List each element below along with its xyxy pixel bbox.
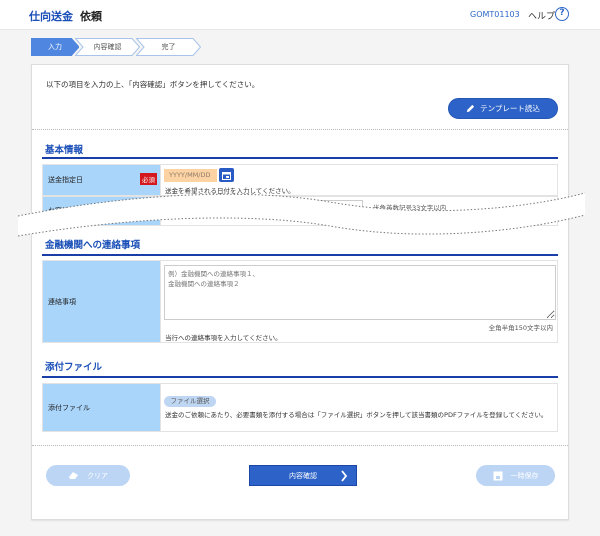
field-label: お客様管理番号 (43, 197, 161, 225)
eraser-icon (69, 472, 78, 479)
row-contact-notes: 連絡事項 全角半角150文字以内 当行への連絡事項を入力してください。 (42, 260, 558, 343)
help-text: 当行への連絡事項を入力してください。 (165, 334, 282, 342)
template-load-button[interactable]: テンプレート読込 (448, 98, 558, 119)
required-badge: 必須 (140, 173, 157, 185)
char-limit: 半角英数記号33文字以内 (373, 204, 447, 212)
help-icon[interactable]: ? (555, 7, 569, 21)
field-label: 連絡事項 (43, 261, 161, 342)
section-title-contact: 金融機関への連絡事項 (45, 240, 141, 251)
help-text: 送金のご依頼にあたり、必要書類を添付する場合は「ファイル選択」ボタンを押して該当… (165, 411, 548, 419)
section-title-attachment: 添付ファイル (45, 362, 103, 373)
section-underline (42, 157, 558, 159)
row-remittance-date: 送金指定日 必須 YYYY/MM/DD 送金を希望される日付を入力してください。 (42, 164, 558, 196)
intro-text: 以下の項目を入力の上、「内容確認」ボタンを押してください。 (46, 80, 260, 89)
screen-code: GOMT01103 (470, 10, 520, 19)
pencil-icon (467, 104, 475, 113)
field-label: 送金指定日 必須 (43, 165, 161, 195)
help-text: 送金を希望される日付を入力してください。 (165, 187, 295, 195)
clear-button[interactable]: クリア (46, 465, 130, 486)
section-underline (42, 254, 558, 256)
page-title: 仕向送金 (29, 10, 73, 23)
page-subtitle: 依頼 (80, 10, 102, 23)
remittance-date-input[interactable]: YYYY/MM/DD (164, 169, 217, 182)
temp-save-button[interactable]: 一時保存 (476, 465, 555, 486)
calendar-icon (222, 171, 231, 180)
chevron-right-icon (341, 470, 348, 482)
step-input: 入力 (31, 38, 79, 56)
field-label: 添付ファイル (43, 384, 161, 431)
contact-notes-textarea[interactable] (164, 265, 556, 320)
section-title-basic: 基本情報 (45, 145, 84, 156)
calendar-button[interactable] (219, 168, 234, 182)
customer-ref-input[interactable] (163, 200, 363, 213)
file-select-button[interactable]: ファイル選択 (164, 396, 216, 407)
row-attachment: 添付ファイル ファイル選択 送金のご依頼にあたり、必要書類を添付する場合は「ファ… (42, 383, 558, 432)
step-complete: 完了 (136, 38, 201, 56)
confirm-button[interactable]: 内容確認 (249, 465, 357, 486)
header-bar: 仕向送金 依頼 GOMT01103 ヘルプ ? (0, 0, 600, 30)
row-customer-ref: お客様管理番号 半角英数記号33文字以内 (42, 196, 558, 226)
save-icon (493, 471, 502, 480)
section-underline (42, 376, 558, 378)
divider (32, 445, 568, 446)
form-card: 以下の項目を入力の上、「内容確認」ボタンを押してください。 テンプレート読込 基… (31, 64, 569, 520)
step-confirm: 内容確認 (75, 38, 140, 56)
char-limit: 全角半角150文字以内 (488, 324, 553, 332)
divider (32, 129, 568, 130)
progress-steps: 入力 内容確認 完了 (31, 38, 201, 56)
help-link[interactable]: ヘルプ (528, 9, 555, 22)
